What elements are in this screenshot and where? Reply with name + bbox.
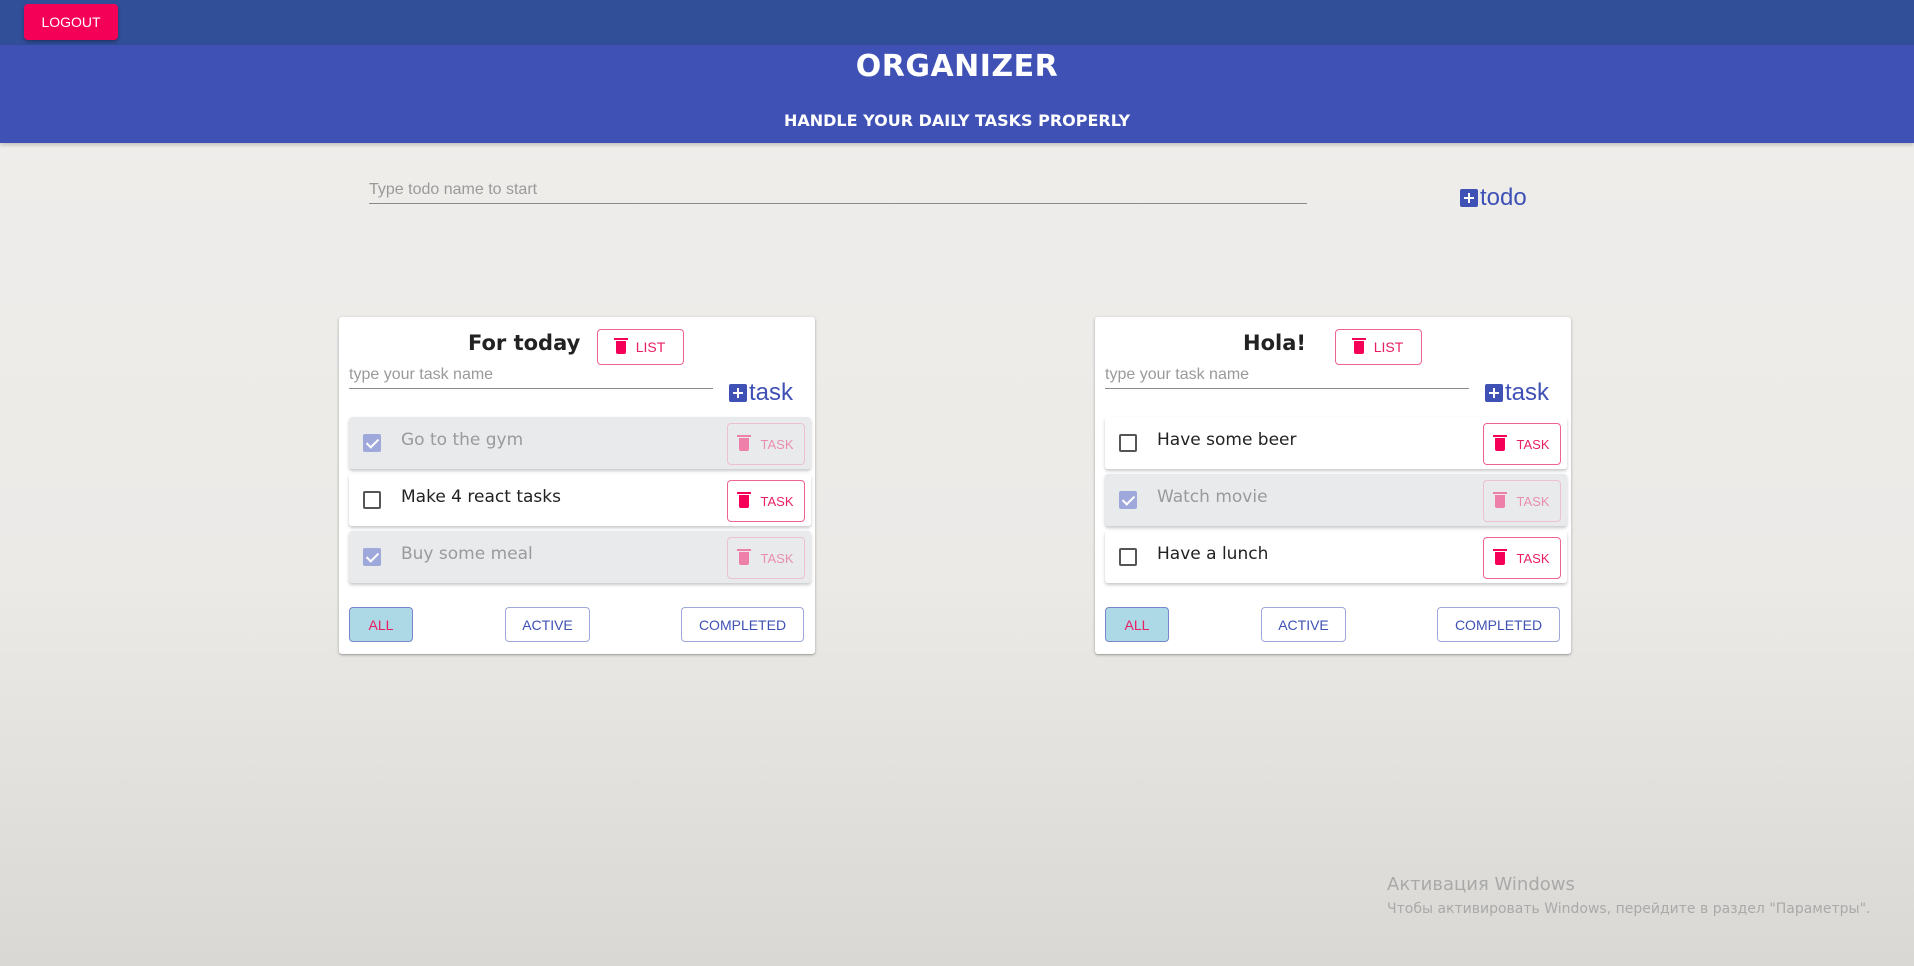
task-item: Make 4 react tasks task (349, 474, 811, 526)
list-title: For today (468, 331, 581, 355)
filter-all-button[interactable]: all (349, 607, 413, 642)
delete-list-button[interactable]: list (597, 329, 684, 365)
trash-icon (1492, 548, 1507, 565)
add-task-label: task (1505, 379, 1550, 406)
app-subtitle: HANDLE YOUR DAILY TASKS PROPERLY (783, 111, 1131, 130)
plus-square-icon (1485, 384, 1503, 402)
app-title: ORGANIZER (855, 49, 1059, 84)
task-item: Have some beer task (1105, 417, 1567, 469)
task-label: Buy some meal (401, 544, 533, 564)
checkbox-icon[interactable] (363, 491, 381, 509)
add-task-button[interactable]: task (729, 379, 793, 407)
watermark-title: Активация Windows (1387, 874, 1575, 895)
delete-task-button[interactable]: task (1483, 537, 1561, 579)
plus-square-icon (729, 384, 747, 402)
delete-list-button[interactable]: list (1335, 329, 1422, 365)
trash-icon (1492, 491, 1507, 508)
watermark-message: Чтобы активировать Windows, перейдите в … (1387, 901, 1871, 917)
add-task-label: task (749, 379, 794, 406)
delete-task-label: task (1516, 436, 1550, 452)
filter-all-button[interactable]: all (1105, 607, 1169, 642)
task-item: Have a lunch task (1105, 531, 1567, 583)
task-label: Watch movie (1157, 487, 1268, 507)
windows-activation-watermark: Активация Windows Чтобы активировать Win… (1387, 874, 1870, 917)
new-todo-input[interactable] (369, 176, 1307, 204)
trash-icon (613, 337, 628, 354)
filter-active-button[interactable]: active (505, 607, 590, 642)
task-item: Watch movie task (1105, 474, 1567, 526)
checkbox-icon[interactable] (363, 434, 381, 452)
trash-icon (1492, 434, 1507, 451)
trash-icon (736, 434, 751, 451)
filter-active-button[interactable]: active (1261, 607, 1346, 642)
trash-icon (736, 491, 751, 508)
delete-task-button[interactable]: task (727, 480, 805, 522)
plus-square-icon (1460, 189, 1478, 207)
add-todo-label: todo (1480, 184, 1527, 211)
task-label: Make 4 react tasks (401, 487, 561, 507)
filter-completed-button[interactable]: completed (681, 607, 804, 642)
task-label: Have a lunch (1157, 544, 1269, 564)
delete-task-button[interactable]: task (1483, 480, 1561, 522)
delete-list-label: list (635, 339, 666, 355)
delete-task-button[interactable]: task (1483, 423, 1561, 465)
delete-task-label: task (1516, 493, 1550, 509)
trash-icon (736, 548, 751, 565)
list-title: Hola! (1243, 331, 1306, 355)
checkbox-icon[interactable] (363, 548, 381, 566)
delete-list-label: list (1373, 339, 1404, 355)
new-task-input[interactable] (1105, 361, 1469, 389)
task-label: Have some beer (1157, 430, 1297, 450)
delete-task-label: task (760, 436, 794, 452)
top-bar: Logout (0, 0, 1914, 45)
delete-task-button[interactable]: task (727, 537, 805, 579)
task-item: Buy some meal task (349, 531, 811, 583)
todo-list-card: For today list task Go to the gym task M… (339, 317, 815, 654)
add-todo-button[interactable]: todo (1460, 184, 1527, 212)
filter-completed-button[interactable]: completed (1437, 607, 1560, 642)
todo-list-card: Hola! list task Have some beer task Watc… (1095, 317, 1571, 654)
add-task-button[interactable]: task (1485, 379, 1549, 407)
task-label: Go to the gym (401, 430, 524, 450)
checkbox-icon[interactable] (1119, 491, 1137, 509)
delete-task-label: task (760, 550, 794, 566)
delete-task-label: task (760, 493, 794, 509)
logout-button[interactable]: Logout (24, 4, 118, 40)
trash-icon (1351, 337, 1366, 354)
app-header: ORGANIZER HANDLE YOUR DAILY TASKS PROPER… (0, 45, 1914, 143)
new-task-input[interactable] (349, 361, 713, 389)
task-item: Go to the gym task (349, 417, 811, 469)
checkbox-icon[interactable] (1119, 434, 1137, 452)
delete-task-label: task (1516, 550, 1550, 566)
checkbox-icon[interactable] (1119, 548, 1137, 566)
delete-task-button[interactable]: task (727, 423, 805, 465)
